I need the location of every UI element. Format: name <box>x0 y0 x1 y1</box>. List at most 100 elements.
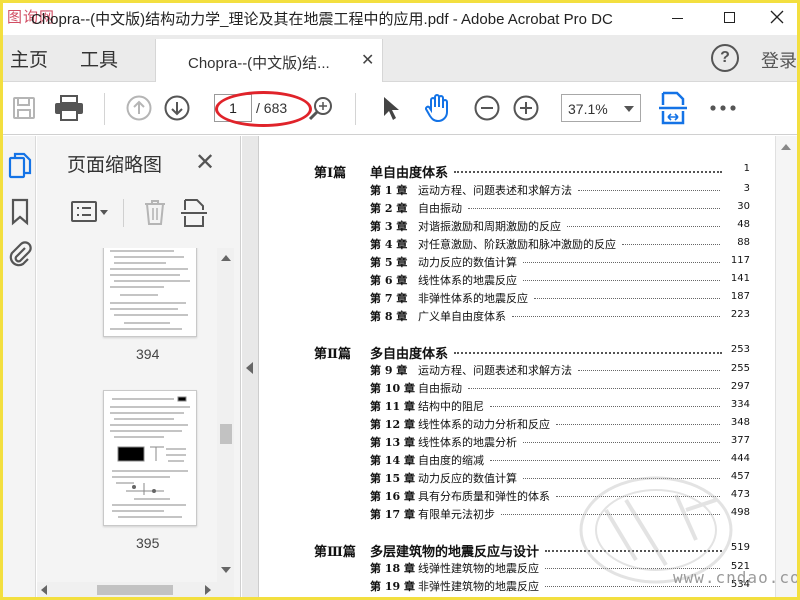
zoom-search-button[interactable] <box>306 93 336 123</box>
toc-chapter-row[interactable]: 第 4 章对任意激励、阶跃激励和脉冲激励的反应 88 <box>370 236 750 252</box>
toc-chapter-row[interactable]: 第 3 章对谐振激励和周期激励的反应 48 <box>370 218 750 234</box>
menu-home[interactable]: 主页 <box>10 45 48 72</box>
toc-leader-dots <box>512 316 720 317</box>
toc-chapter-title: 有限单元法初步 <box>418 508 495 521</box>
select-tool-button[interactable] <box>377 93 405 123</box>
toc-chapter-row[interactable]: 第 8 章广义单自由度体系 223 <box>370 308 750 324</box>
toc-chapter-title: 线性体系的地震分析 <box>418 436 517 449</box>
toc-chapter-row[interactable]: 第 1 章运动方程、问题表述和求解方法 3 <box>370 182 750 198</box>
toc-chapter-row[interactable]: 第 14 章自由度的缩减 444 <box>370 452 750 468</box>
toc-chapter-row[interactable]: 第 15 章动力反应的数值计算 457 <box>370 470 750 486</box>
toc-page-number: 48 <box>737 219 750 230</box>
toc-chapter-row[interactable]: 第 17 章有限单元法初步 498 <box>370 506 750 522</box>
zoom-out-button[interactable] <box>472 93 502 123</box>
thumbnail-toolbar <box>37 192 241 236</box>
toc-chapter-row[interactable]: 第 6 章线性体系的地震反应 141 <box>370 272 750 288</box>
toc-chapter-title: 对任意激励、阶跃激励和脉冲激励的反应 <box>418 238 616 251</box>
toc-leader-dots <box>523 478 720 479</box>
toc-chapter-row[interactable]: 第 9 章运动方程、问题表述和求解方法 255 <box>370 362 750 378</box>
thumbnail-scrollbar[interactable] <box>217 248 234 597</box>
toc-leader-dots <box>523 442 720 443</box>
toc-leader-dots <box>468 208 720 209</box>
toc-chapter-number: 第 9 章 <box>370 364 408 377</box>
previous-page-button[interactable] <box>124 93 154 123</box>
more-icon <box>710 105 736 111</box>
toc-chapter-title: 运动方程、问题表述和求解方法 <box>418 184 572 197</box>
next-page-button[interactable] <box>162 93 192 123</box>
close-icon[interactable]: ✕ <box>195 148 215 177</box>
login-link[interactable]: 登录 <box>761 47 797 73</box>
toc-part-row[interactable]: 第Ⅰ篇 单自由度体系 1 <box>314 162 750 182</box>
toc-chapter-row[interactable]: 第 7 章非弹性体系的地震反应 187 <box>370 290 750 306</box>
toc-chapter-number: 第 7 章 <box>370 292 408 305</box>
zoom-select[interactable]: 37.1% <box>561 94 641 122</box>
toc-page-number: 3 <box>743 183 750 194</box>
zoom-out-icon <box>474 95 500 121</box>
toc-chapter-row[interactable]: 第 12 章线性体系的动力分析和反应 348 <box>370 416 750 432</box>
more-tools-button[interactable] <box>706 93 740 123</box>
toc-page-number: 457 <box>730 471 750 482</box>
scroll-up-icon[interactable] <box>781 144 791 150</box>
scroll-down-icon[interactable] <box>221 567 231 573</box>
toc-chapter-row[interactable]: 第 11 章结构中的阻尼 334 <box>370 398 750 414</box>
thumbnail-panel: 页面缩略图 ✕ 394 395 <box>37 136 241 597</box>
thumbnail-page[interactable] <box>103 248 197 337</box>
toc-chapter-row[interactable]: 第 13 章线性体系的地震分析 377 <box>370 434 750 450</box>
page-thumbnails-icon[interactable] <box>8 152 32 179</box>
toc-chapter-number: 第 8 章 <box>370 310 408 323</box>
document-tab[interactable]: Chopra--(中文版)结... ✕ <box>155 39 383 82</box>
toc-chapter-row[interactable]: 第 2 章自由振动 30 <box>370 200 750 216</box>
thumbnail-list[interactable]: 394 395 <box>37 248 241 597</box>
scroll-up-icon[interactable] <box>221 255 231 261</box>
delete-page-button[interactable] <box>143 198 167 231</box>
maximize-button[interactable] <box>707 3 751 31</box>
page-number-input[interactable]: 1 <box>214 94 252 122</box>
toc-chapter-row[interactable]: 第 10 章自由振动 297 <box>370 380 750 396</box>
toc-chapter-row[interactable]: 第 5 章动力反应的数值计算 117 <box>370 254 750 270</box>
toc-page-number: 223 <box>730 309 750 320</box>
attachment-icon[interactable] <box>8 240 32 267</box>
options-menu-button[interactable] <box>71 200 111 229</box>
fit-page-button[interactable] <box>657 91 689 125</box>
thumbnail-page[interactable] <box>103 390 197 526</box>
zoom-in-button[interactable] <box>511 93 541 123</box>
menu-tools[interactable]: 工具 <box>80 45 118 72</box>
bookmark-icon[interactable] <box>8 198 32 226</box>
document-view[interactable]: 第Ⅰ篇 单自由度体系 1 第 1 章运动方程、问题表述和求解方法 3 第 2 章自由振动 3… <box>260 136 774 597</box>
scroll-right-icon[interactable] <box>205 585 211 595</box>
toc-leader-dots <box>556 424 720 425</box>
toc-chapter-number: 第 19 章 <box>370 580 415 593</box>
toc-chapter-number: 第 10 章 <box>370 382 415 395</box>
close-window-button[interactable] <box>755 3 799 31</box>
site-watermark: www.cndao.com <box>673 568 800 587</box>
save-button[interactable] <box>9 93 39 123</box>
hand-tool-button[interactable] <box>421 93 455 123</box>
minimize-button[interactable] <box>655 3 699 31</box>
toc-chapter-row[interactable]: 第 16 章具有分布质量和弹性的体系 473 <box>370 488 750 504</box>
scroll-left-icon[interactable] <box>41 585 47 595</box>
tab-close-icon[interactable]: ✕ <box>361 50 374 70</box>
window-title: Chopra--(中文版)结构动力学_理论及其在地震工程中的应用.pdf - A… <box>31 11 613 28</box>
scrollbar-thumb[interactable] <box>220 424 232 444</box>
thumbnail-hscrollbar[interactable] <box>37 582 217 597</box>
help-icon[interactable]: ? <box>711 44 739 72</box>
print-button[interactable] <box>52 93 86 123</box>
title-bar[interactable]: 图询网 Chopra--(中文版)结构动力学_理论及其在地震工程中的应用.pdf… <box>3 3 797 31</box>
page-layout-button[interactable] <box>181 198 207 233</box>
hscrollbar-thumb[interactable] <box>97 585 173 595</box>
toc-part-title: 多自由度体系 <box>370 347 449 362</box>
zoom-search-icon <box>308 97 332 121</box>
toc-page-number: 30 <box>737 201 750 212</box>
toc-part-number: 第Ⅱ篇 <box>314 347 351 362</box>
toc-page-number: 297 <box>730 381 750 392</box>
panel-collapse-handle[interactable] <box>242 136 259 597</box>
toc-chapter-number: 第 13 章 <box>370 436 415 449</box>
toc-part-row[interactable]: 第Ⅱ篇 多自由度体系 253 <box>314 343 750 363</box>
toc-chapter-title: 线弹性建筑物的地震反应 <box>418 562 539 575</box>
print-icon <box>55 95 83 121</box>
toc-page-number: 348 <box>730 417 750 428</box>
toc-chapter-title: 动力反应的数值计算 <box>418 256 517 269</box>
document-scrollbar[interactable] <box>775 136 797 597</box>
toc-part-row[interactable]: 第Ⅲ篇 多层建筑物的地震反应与设计 519 <box>314 541 750 561</box>
page-layout-icon <box>181 199 207 227</box>
